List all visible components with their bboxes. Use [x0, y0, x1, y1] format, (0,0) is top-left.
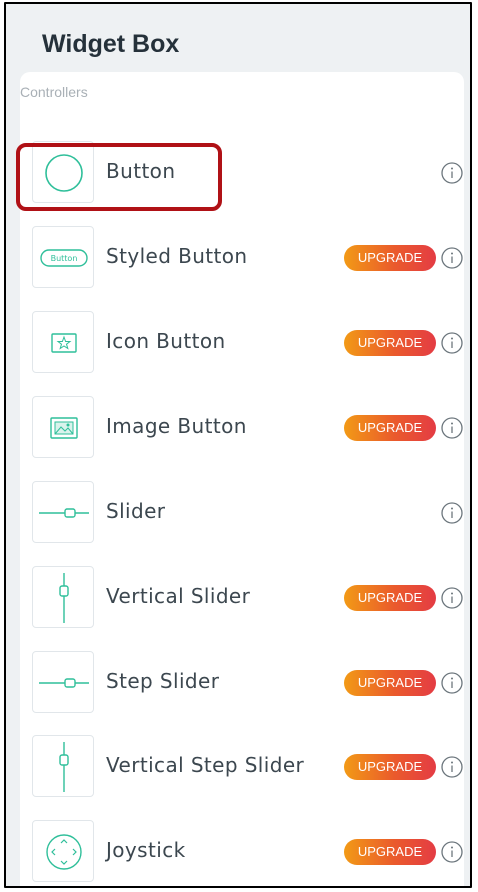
joystick-icon [32, 820, 94, 882]
styled-button-thumb-text: Button [51, 254, 78, 263]
info-icon[interactable] [440, 586, 464, 610]
widget-label: Icon Button [106, 329, 226, 353]
vertical-slider-icon [32, 566, 94, 628]
widget-box-window: Widget Box Controllers Button Button Sty… [4, 2, 472, 888]
widget-row-button[interactable]: Button [20, 137, 464, 213]
slider-icon [32, 481, 94, 543]
widget-label: Vertical Slider [106, 584, 251, 608]
widget-label: Slider [106, 499, 166, 523]
widget-row-vertical-slider[interactable]: Vertical Slider UPGRADE [20, 562, 464, 638]
upgrade-badge[interactable]: UPGRADE [344, 585, 436, 611]
info-icon[interactable] [440, 755, 464, 779]
upgrade-badge[interactable]: UPGRADE [344, 330, 436, 356]
widget-row-styled-button[interactable]: Button Styled Button UPGRADE [20, 222, 464, 298]
upgrade-badge[interactable]: UPGRADE [344, 754, 436, 780]
image-button-icon [32, 396, 94, 458]
info-icon[interactable] [440, 246, 464, 270]
icon-button-icon [32, 311, 94, 373]
info-icon[interactable] [440, 161, 464, 185]
widget-label: Joystick [106, 838, 186, 862]
widget-row-vertical-step-slider[interactable]: Vertical Step Slider UPGRADE [20, 731, 464, 807]
circle-button-icon [32, 141, 94, 203]
widget-label: Styled Button [106, 244, 248, 268]
widget-label: Button [106, 159, 176, 183]
step-slider-icon [32, 651, 94, 713]
widget-row-joystick[interactable]: Joystick UPGRADE [20, 816, 464, 886]
section-label: Controllers [20, 84, 88, 100]
info-icon[interactable] [440, 331, 464, 355]
widget-label: Image Button [106, 414, 247, 438]
info-icon[interactable] [440, 416, 464, 440]
widget-row-icon-button[interactable]: Icon Button UPGRADE [20, 307, 464, 383]
widget-label: Vertical Step Slider [106, 753, 305, 777]
info-icon[interactable] [440, 840, 464, 864]
upgrade-badge[interactable]: UPGRADE [344, 245, 436, 271]
widget-label: Step Slider [106, 669, 220, 693]
info-icon[interactable] [440, 501, 464, 525]
upgrade-badge[interactable]: UPGRADE [344, 415, 436, 441]
widget-row-image-button[interactable]: Image Button UPGRADE [20, 392, 464, 468]
upgrade-badge[interactable]: UPGRADE [344, 839, 436, 865]
styled-button-icon: Button [32, 226, 94, 288]
widget-row-slider[interactable]: Slider [20, 477, 464, 553]
page-title: Widget Box [42, 30, 180, 58]
vertical-step-slider-icon [32, 735, 94, 797]
upgrade-badge[interactable]: UPGRADE [344, 670, 436, 696]
widget-row-step-slider[interactable]: Step Slider UPGRADE [20, 647, 464, 723]
info-icon[interactable] [440, 671, 464, 695]
